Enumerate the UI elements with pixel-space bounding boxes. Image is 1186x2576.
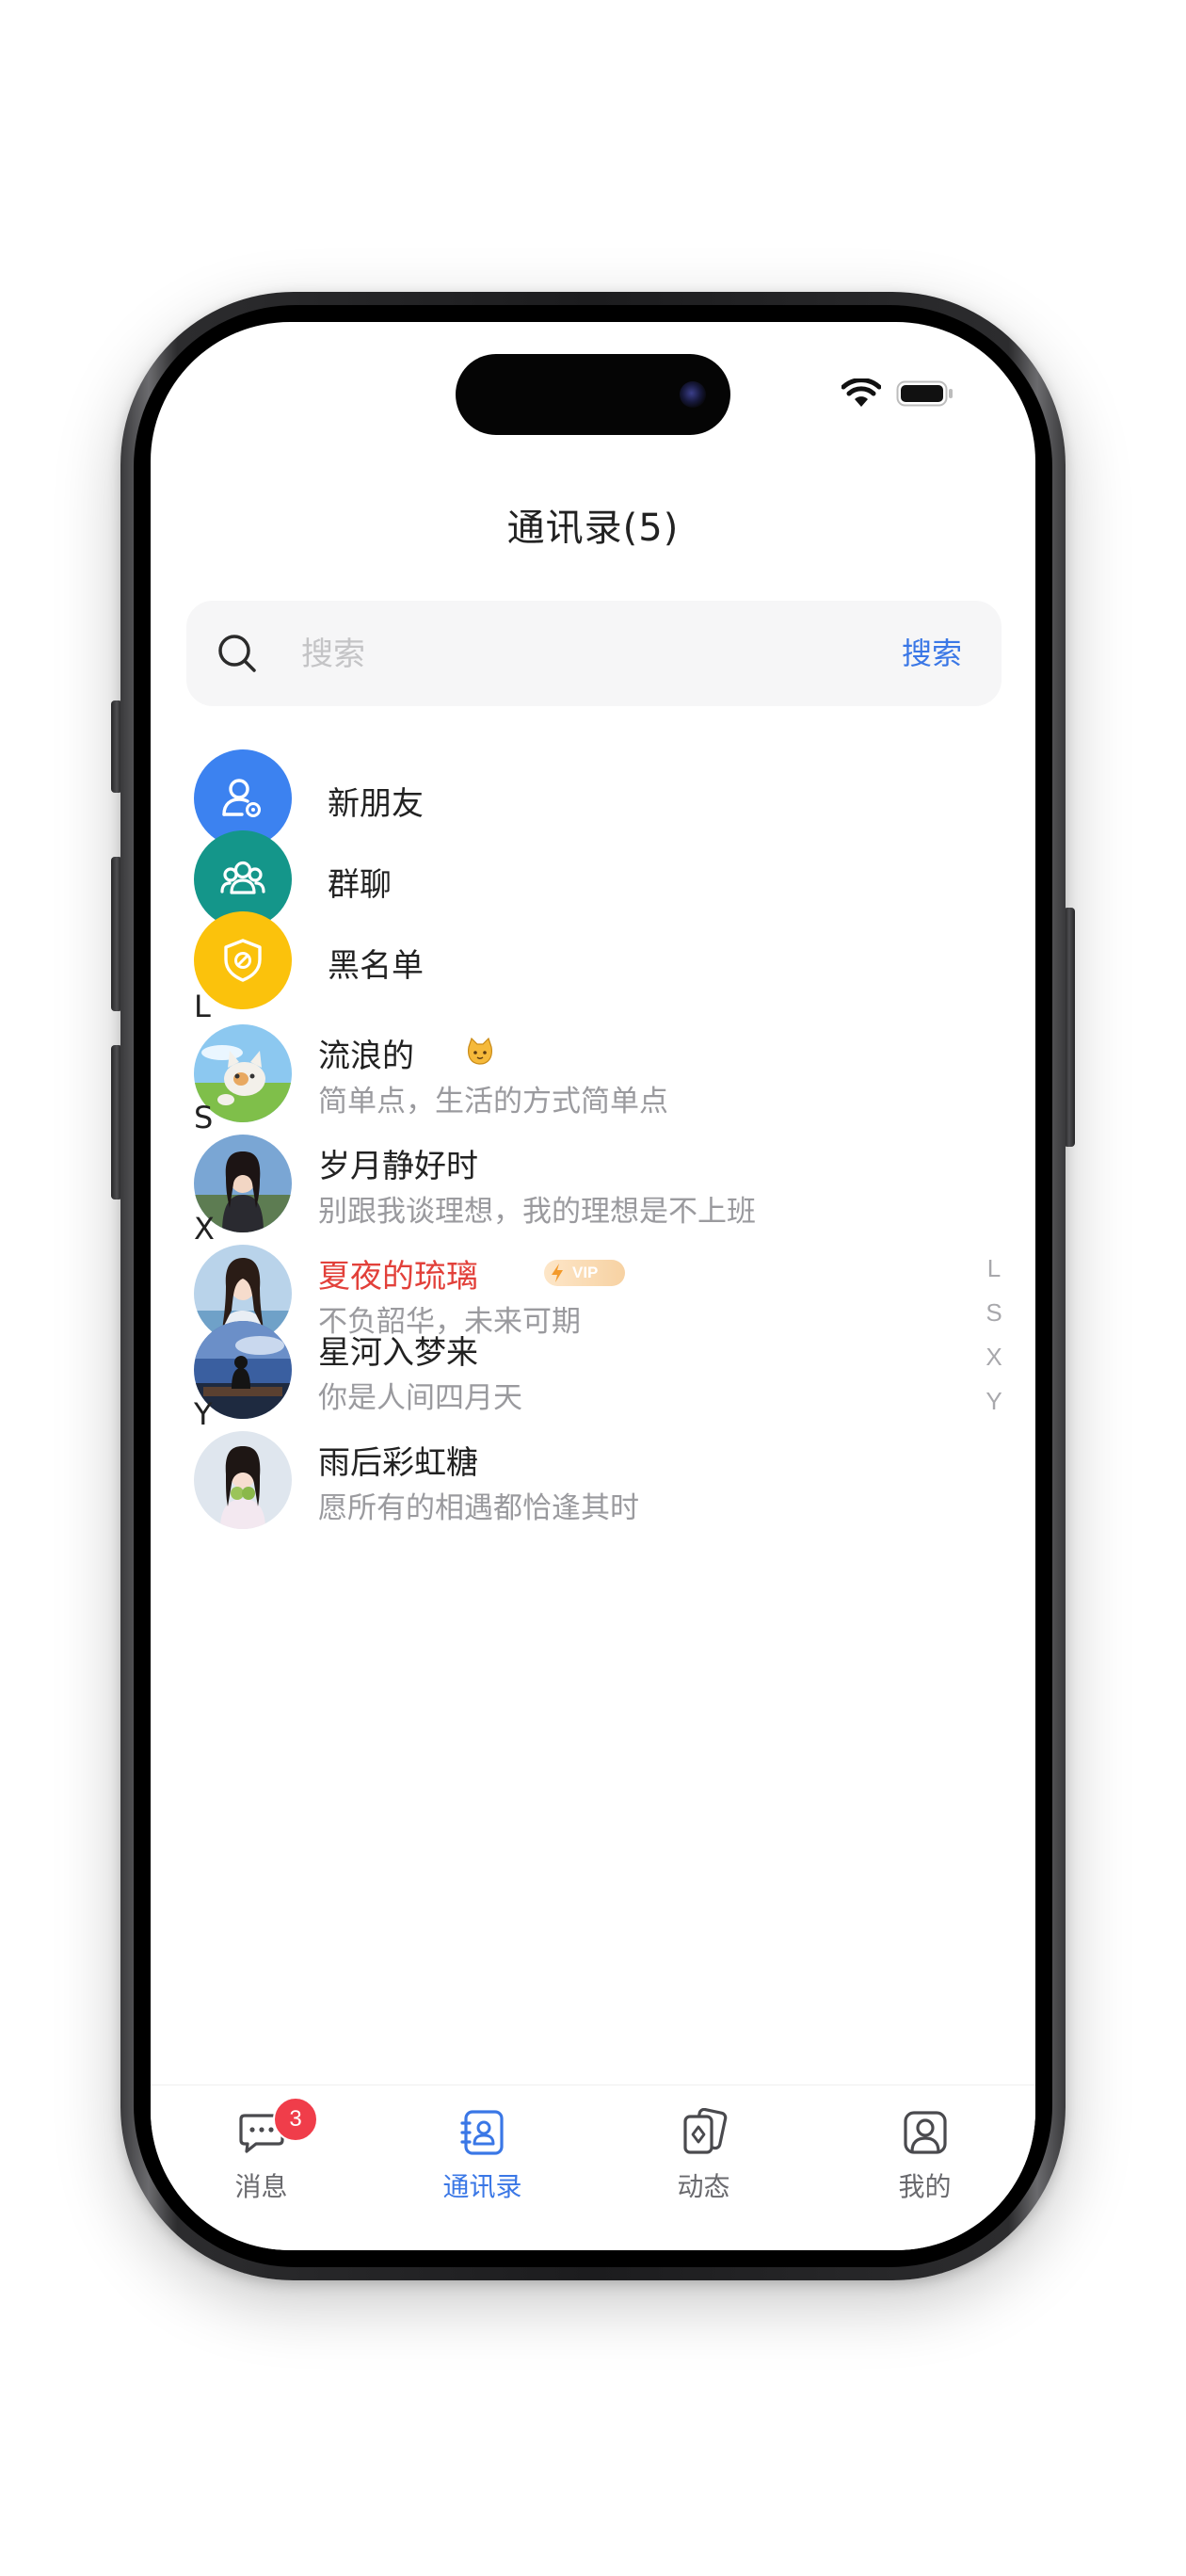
cat-face-icon <box>468 1038 492 1065</box>
contact-name: 雨后彩虹糖 <box>318 1444 478 1482</box>
vip-label: VIP <box>572 1264 599 1281</box>
section-header-l: L <box>194 989 211 1024</box>
contact-name: 岁月静好时 <box>318 1148 478 1185</box>
app-screen: 通讯录(5) 搜索 新朋友 <box>151 322 1035 2250</box>
search-button[interactable]: 搜索 <box>902 601 962 706</box>
index-letter-x[interactable]: X <box>983 1343 1005 1387</box>
new-friends-label: 新朋友 <box>328 785 424 823</box>
cards-icon <box>683 2108 728 2154</box>
battery-icon <box>896 380 953 407</box>
contact-row[interactable]: 岁月静好时 别跟我谈理想，我的理想是不上班 <box>194 1135 909 1238</box>
index-letter-s[interactable]: S <box>983 1298 1005 1343</box>
contact-signature: 别跟我谈理想，我的理想是不上班 <box>318 1195 756 1229</box>
tab-label: 动态 <box>677 2171 730 2202</box>
tab-contacts[interactable]: 通讯录 <box>372 2085 593 2250</box>
section-header-s: S <box>194 1100 214 1135</box>
index-letter-l[interactable]: L <box>983 1254 1005 1298</box>
contact-signature: 简单点，生活的方式简单点 <box>318 1085 668 1119</box>
contact-name: 流浪的 <box>318 1038 414 1075</box>
unread-badge: 3 <box>273 2097 318 2142</box>
tab-label: 通讯录 <box>442 2171 522 2202</box>
tab-label: 消息 <box>234 2171 288 2202</box>
contact-row[interactable]: 星河入梦来 你是人间四月天 <box>194 1321 909 1425</box>
front-camera <box>680 381 706 408</box>
tab-label: 我的 <box>898 2171 952 2202</box>
bottom-tab-bar: 3 消息 通讯录 动态 我的 <box>151 2085 1035 2250</box>
contact-signature: 你是人间四月天 <box>318 1381 522 1415</box>
avatar <box>194 1431 292 1529</box>
page-title: 通讯录(5) <box>506 507 680 550</box>
section-header-y: Y <box>194 1396 213 1432</box>
wifi-icon <box>841 378 881 407</box>
contact-row[interactable]: 流浪的 简单点，生活的方式简单点 <box>194 1024 909 1128</box>
contact-row[interactable]: 雨后彩虹糖 愿所有的相遇都恰逢其时 <box>194 1431 909 1535</box>
tab-messages[interactable]: 3 消息 <box>151 2085 372 2250</box>
profile-icon <box>904 2111 947 2154</box>
group-chats-label: 群聊 <box>328 866 392 904</box>
section-header-x: X <box>194 1211 215 1247</box>
index-letter-y[interactable]: Y <box>983 1387 1005 1431</box>
alphabet-index-bar[interactable]: L S X Y <box>983 1254 1005 1431</box>
search-input[interactable] <box>299 601 830 708</box>
search-icon <box>218 635 256 672</box>
blacklist-row[interactable]: 黑名单 <box>194 911 1003 1015</box>
dynamic-island <box>456 354 730 435</box>
blacklist-label: 黑名单 <box>328 947 424 985</box>
contact-name: 星河入梦来 <box>318 1334 478 1372</box>
contacts-book-icon <box>460 2110 504 2155</box>
search-bar[interactable]: 搜索 <box>186 601 1002 708</box>
contact-name-vip: 夏夜的琉璃 <box>318 1258 478 1296</box>
lightning-icon <box>552 1264 563 1282</box>
contact-signature: 愿所有的相遇都恰逢其时 <box>318 1491 639 1525</box>
vip-badge: VIP <box>544 1260 625 1286</box>
tab-me[interactable]: 我的 <box>814 2085 1035 2250</box>
tab-moments[interactable]: 动态 <box>593 2085 814 2250</box>
